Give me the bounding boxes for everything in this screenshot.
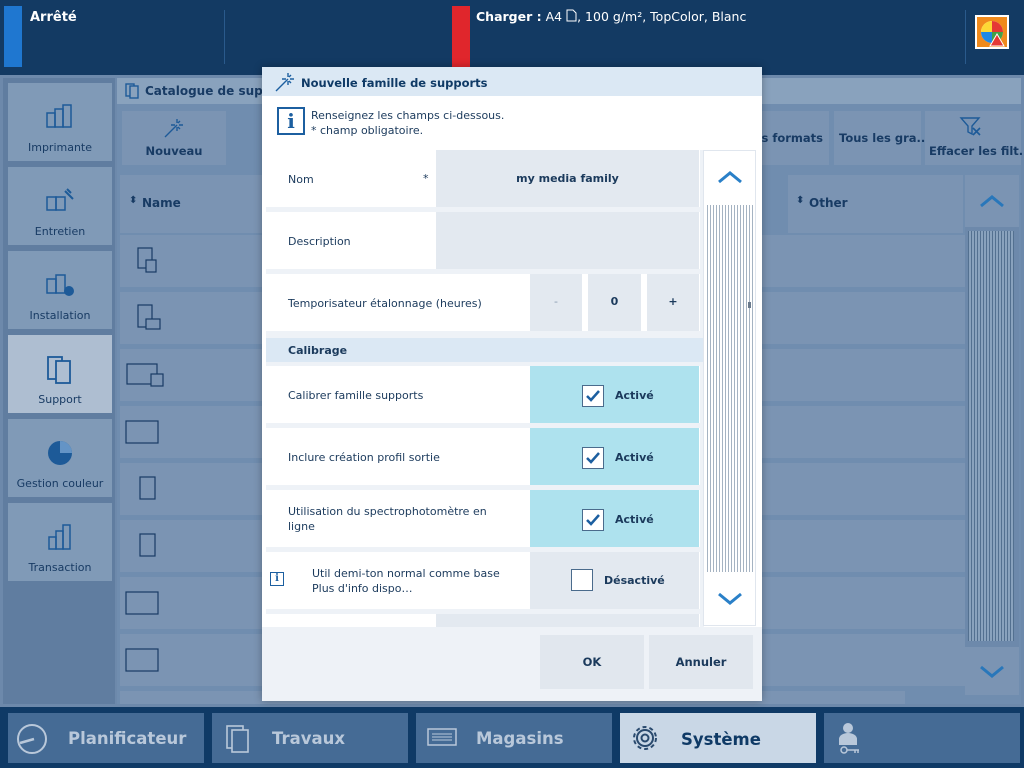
name-input[interactable]: my media family	[436, 150, 699, 207]
timer-increment-button[interactable]: +	[647, 274, 699, 331]
tab-system[interactable]: Système	[620, 713, 816, 763]
ok-button[interactable]: OK	[540, 635, 644, 689]
load-indicator	[452, 6, 470, 67]
calibration-section-header: Calibrage	[266, 338, 704, 362]
scroll-up-button[interactable]	[704, 151, 755, 203]
tab-label: Planificateur	[68, 729, 187, 748]
tab-planner[interactable]: Planificateur	[8, 713, 204, 763]
tab-user-login[interactable]	[824, 713, 1020, 763]
color-warning-icon[interactable]	[975, 15, 1009, 49]
tab-label: Magasins	[476, 729, 564, 748]
name-label: Nom	[288, 173, 314, 186]
gear-icon	[633, 726, 657, 750]
calibrate-family-label: Calibrer famille supports	[288, 389, 424, 402]
dialog-title-bar: Nouvelle famille de supports	[262, 67, 762, 96]
chevron-down-icon	[718, 592, 742, 605]
calibration-timer-row: Temporisateur étalonnage (heures) - 0 +	[266, 274, 700, 331]
load-details: , 100 g/m², TopColor, Blanc	[577, 9, 747, 24]
inline-spectro-row: Utilisation du spectrophotomètre en lign…	[266, 490, 700, 547]
label-line: ligne	[288, 520, 315, 533]
output-profile-row: Inclure création profil sortie Activé	[266, 428, 700, 485]
halftone-base-row: i Util demi-ton normal comme base Plus d…	[266, 552, 700, 609]
trays-icon	[427, 728, 457, 746]
scroll-thumb[interactable]	[748, 302, 751, 308]
description-label: Description	[288, 235, 351, 248]
name-value: my media family	[516, 172, 619, 185]
section-title: Calibrage	[288, 344, 348, 357]
tab-label: Travaux	[272, 729, 345, 748]
tab-jobs[interactable]: Travaux	[212, 713, 408, 763]
new-media-family-dialog: Nouvelle famille de supports i Renseigne…	[262, 67, 762, 701]
checkbox-unchecked-icon	[571, 569, 593, 591]
bottom-navigation: Planificateur Travaux Magasins Système	[0, 707, 1024, 768]
more-info-icon[interactable]: i	[270, 572, 284, 586]
scroll-down-button[interactable]	[704, 573, 755, 625]
scroll-track[interactable]	[707, 205, 753, 572]
divider	[224, 10, 225, 64]
dialog-instructions: Renseignez les champs ci-dessous. * cham…	[311, 108, 504, 138]
info-icon: i	[277, 107, 305, 135]
minus-icon: -	[554, 295, 558, 308]
inline-spectro-label: Utilisation du spectrophotomètre en lign…	[288, 504, 487, 534]
calibrate-family-row: Calibrer famille supports Activé	[266, 366, 700, 423]
checkbox-state: Activé	[615, 513, 654, 526]
sparkle-icon	[275, 73, 294, 92]
dialog-form: Nom * my media family Description Tempor…	[266, 150, 704, 630]
clock-icon	[17, 724, 47, 754]
status-indicator	[4, 6, 22, 67]
paper-icon	[566, 9, 577, 22]
jobs-icon	[226, 725, 249, 753]
name-row: Nom * my media family	[266, 150, 700, 207]
cancel-button[interactable]: Annuler	[649, 635, 753, 689]
calibrate-family-checkbox[interactable]: Activé	[530, 366, 699, 423]
checkbox-state: Désactivé	[604, 574, 665, 587]
chevron-up-icon	[718, 171, 742, 184]
required-marker: *	[423, 172, 429, 185]
dialog-footer: OK Annuler	[262, 627, 762, 701]
checkbox-state: Activé	[615, 389, 654, 402]
inline-spectro-checkbox[interactable]: Activé	[530, 490, 699, 547]
load-size: A4	[545, 9, 563, 24]
description-input[interactable]	[436, 212, 699, 269]
checkbox-checked-icon	[582, 509, 604, 531]
checkbox-checked-icon	[582, 447, 604, 469]
timer-label: Temporisateur étalonnage (heures)	[288, 297, 482, 310]
checkbox-state: Activé	[615, 451, 654, 464]
checkbox-checked-icon	[582, 385, 604, 407]
printer-status: Arrêté	[30, 10, 77, 25]
top-status-bar: Arrêté Charger : A4 , 100 g/m², TopColor…	[0, 0, 1024, 75]
load-info[interactable]: Charger : A4 , 100 g/m², TopColor, Blanc	[476, 9, 746, 24]
dialog-scrollbar[interactable]	[703, 150, 756, 626]
output-profile-checkbox[interactable]: Activé	[530, 428, 699, 485]
timer-decrement-button[interactable]: -	[530, 274, 582, 331]
more-info-text: Plus d'info dispo…	[312, 582, 413, 595]
halftone-base-label: Util demi-ton normal comme base Plus d'i…	[312, 566, 500, 596]
tab-label: Système	[681, 730, 761, 749]
dialog-title: Nouvelle famille de supports	[301, 76, 488, 90]
required-note: * champ obligatoire.	[311, 124, 424, 137]
timer-value: 0	[610, 295, 619, 308]
tab-trays[interactable]: Magasins	[416, 713, 612, 763]
label-line: Utilisation du spectrophotomètre en	[288, 505, 487, 518]
instruction-line: Renseignez les champs ci-dessous.	[311, 109, 505, 122]
description-row: Description	[266, 212, 700, 269]
divider	[965, 10, 966, 64]
label-line: Util demi-ton normal comme base	[312, 567, 500, 580]
user-key-icon	[839, 723, 859, 754]
timer-value-field[interactable]: 0	[588, 274, 641, 331]
load-label: Charger :	[476, 9, 542, 24]
halftone-base-checkbox[interactable]: Désactivé	[530, 552, 699, 609]
plus-icon: +	[668, 295, 678, 308]
output-profile-label: Inclure création profil sortie	[288, 451, 440, 464]
